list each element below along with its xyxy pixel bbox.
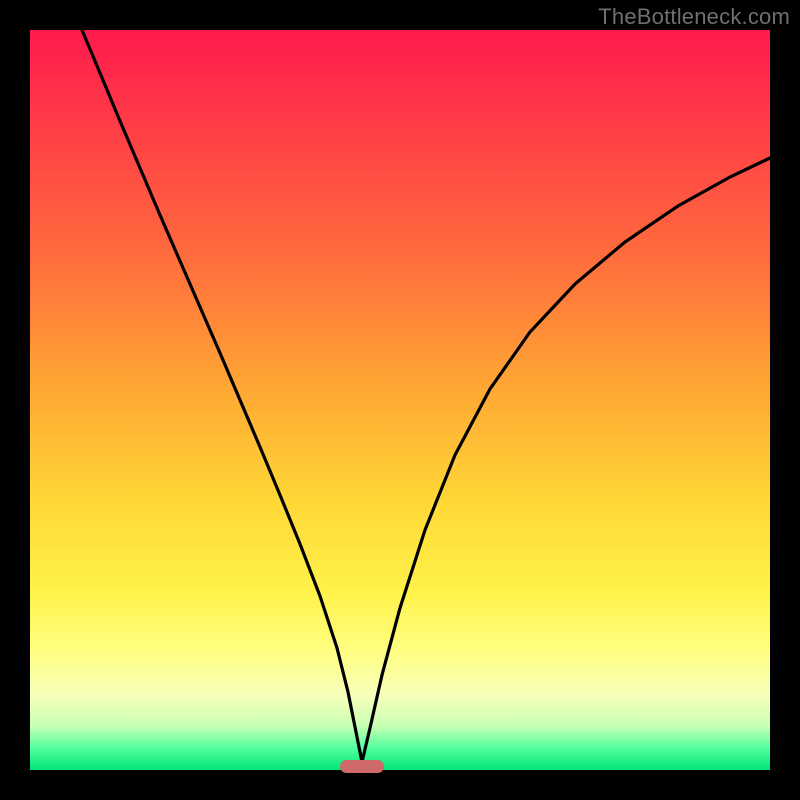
right-curve: [362, 158, 770, 762]
watermark-text: TheBottleneck.com: [598, 4, 790, 30]
left-curve: [82, 30, 362, 762]
plot-area: [30, 30, 770, 770]
curve-layer: [30, 30, 770, 770]
bottleneck-marker: [340, 760, 384, 773]
chart-frame: TheBottleneck.com: [0, 0, 800, 800]
